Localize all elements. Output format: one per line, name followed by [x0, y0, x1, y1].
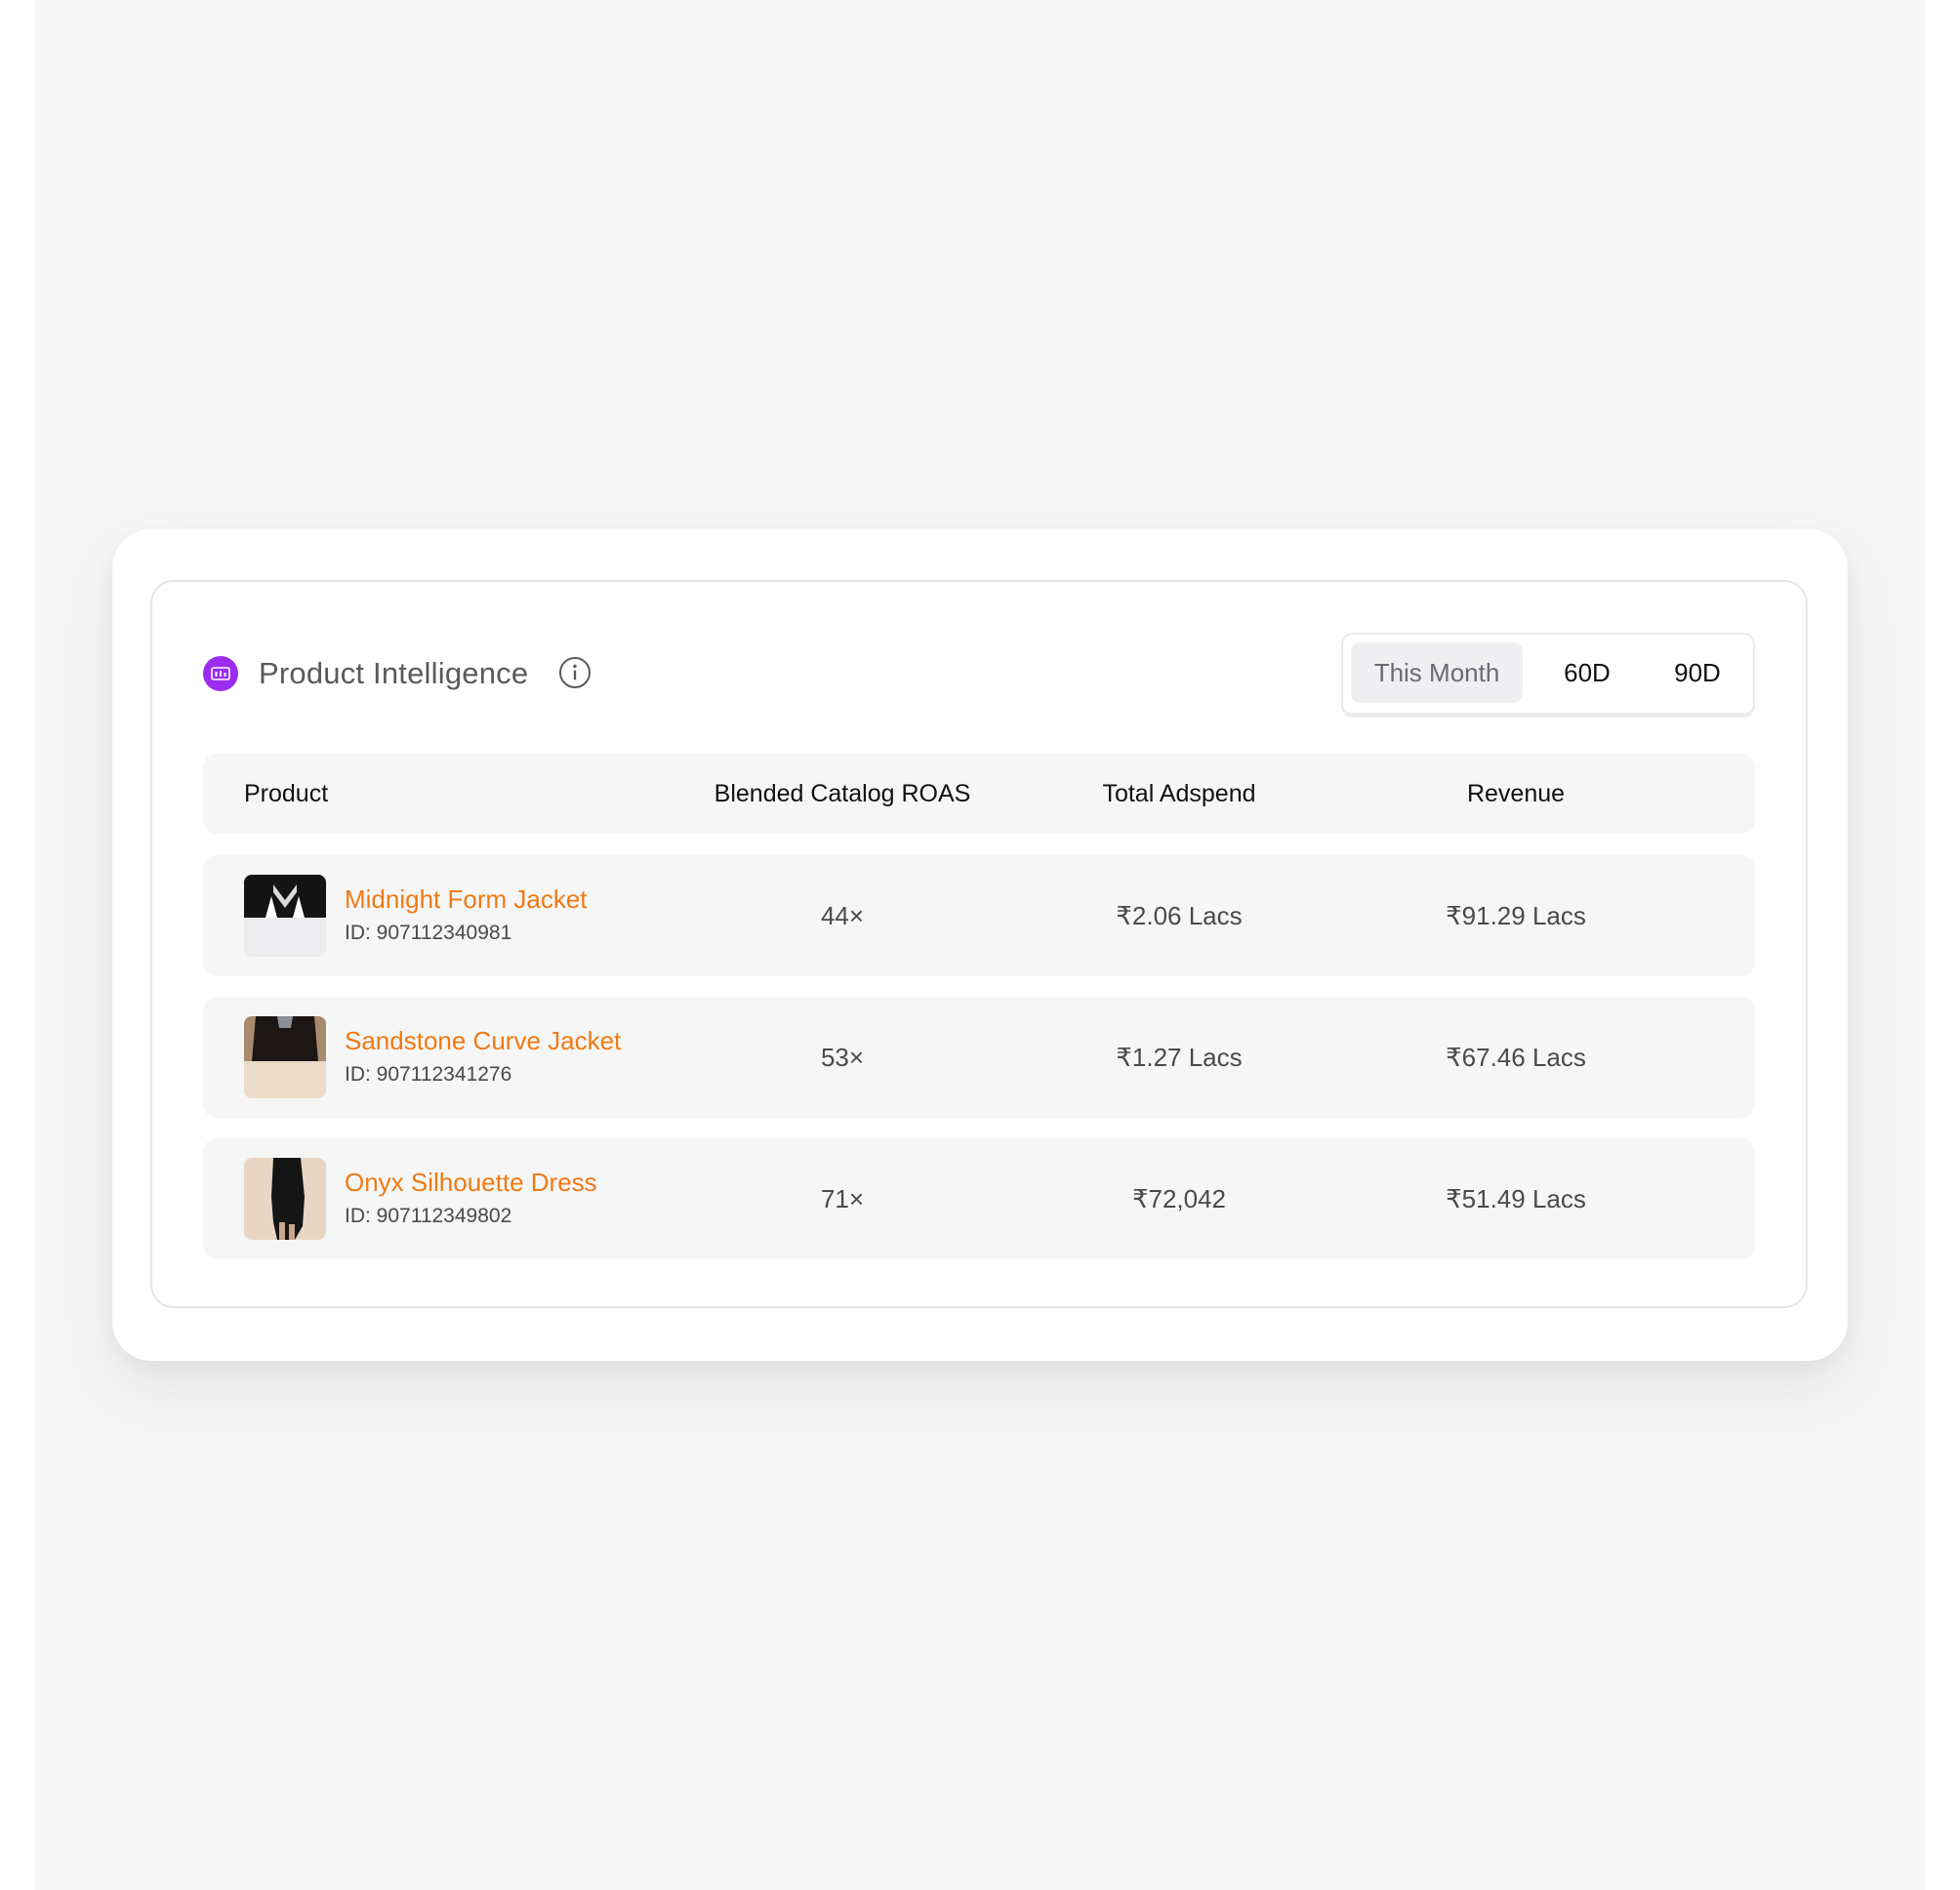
widget-card: Product Intelligence This Month 60D 90D … — [112, 529, 1848, 1361]
table-row[interactable]: Sandstone Curve Jacket ID: 907112341276 … — [203, 997, 1755, 1118]
column-header-product[interactable]: Product — [244, 754, 328, 834]
panel-header: Product Intelligence This Month 60D 90D — [203, 633, 1755, 715]
product-name-link[interactable]: Onyx Silhouette Dress — [345, 1168, 597, 1198]
revenue-value: ₹51.49 Lacs — [1446, 1184, 1586, 1213]
column-header-revenue[interactable]: Revenue — [1374, 754, 1657, 834]
table-row[interactable]: Midnight Form Jacket ID: 907112340981 44… — [203, 855, 1755, 976]
analytics-widget-icon — [203, 656, 238, 691]
roas-value: 53× — [820, 1043, 865, 1072]
column-header-roas[interactable]: Blended Catalog ROAS — [701, 754, 984, 834]
product-thumbnail — [244, 1158, 326, 1240]
table-row[interactable]: Onyx Silhouette Dress ID: 907112349802 7… — [203, 1138, 1755, 1259]
range-this-month-button[interactable]: This Month — [1351, 642, 1523, 703]
product-name-link[interactable]: Sandstone Curve Jacket — [345, 1026, 621, 1056]
info-icon[interactable] — [558, 656, 592, 689]
revenue-value: ₹67.46 Lacs — [1446, 1043, 1586, 1072]
adspend-value: ₹1.27 Lacs — [1116, 1043, 1243, 1072]
column-header-adspend[interactable]: Total Adspend — [1038, 754, 1321, 834]
range-90d-button[interactable]: 90D — [1642, 642, 1753, 703]
roas-value: 44× — [820, 901, 865, 930]
roas-value: 71× — [820, 1184, 865, 1213]
product-thumbnail — [244, 1016, 326, 1098]
revenue-value: ₹91.29 Lacs — [1446, 901, 1586, 930]
adspend-value: ₹2.06 Lacs — [1116, 901, 1243, 930]
date-range-toggle: This Month 60D 90D — [1341, 633, 1755, 715]
range-60d-button[interactable]: 60D — [1532, 642, 1642, 703]
page-background: Product Intelligence This Month 60D 90D … — [35, 0, 1925, 1890]
adspend-value: ₹72,042 — [1131, 1184, 1227, 1213]
panel-title: Product Intelligence — [259, 656, 529, 690]
product-intelligence-panel: Product Intelligence This Month 60D 90D … — [150, 580, 1808, 1308]
product-id: ID: 907112341276 — [345, 1063, 512, 1086]
product-id: ID: 907112340981 — [345, 922, 512, 944]
product-thumbnail — [244, 875, 326, 957]
product-name-link[interactable]: Midnight Form Jacket — [345, 884, 588, 915]
product-id: ID: 907112349802 — [345, 1205, 512, 1227]
table-header: Product Blended Catalog ROAS Total Adspe… — [203, 754, 1755, 834]
